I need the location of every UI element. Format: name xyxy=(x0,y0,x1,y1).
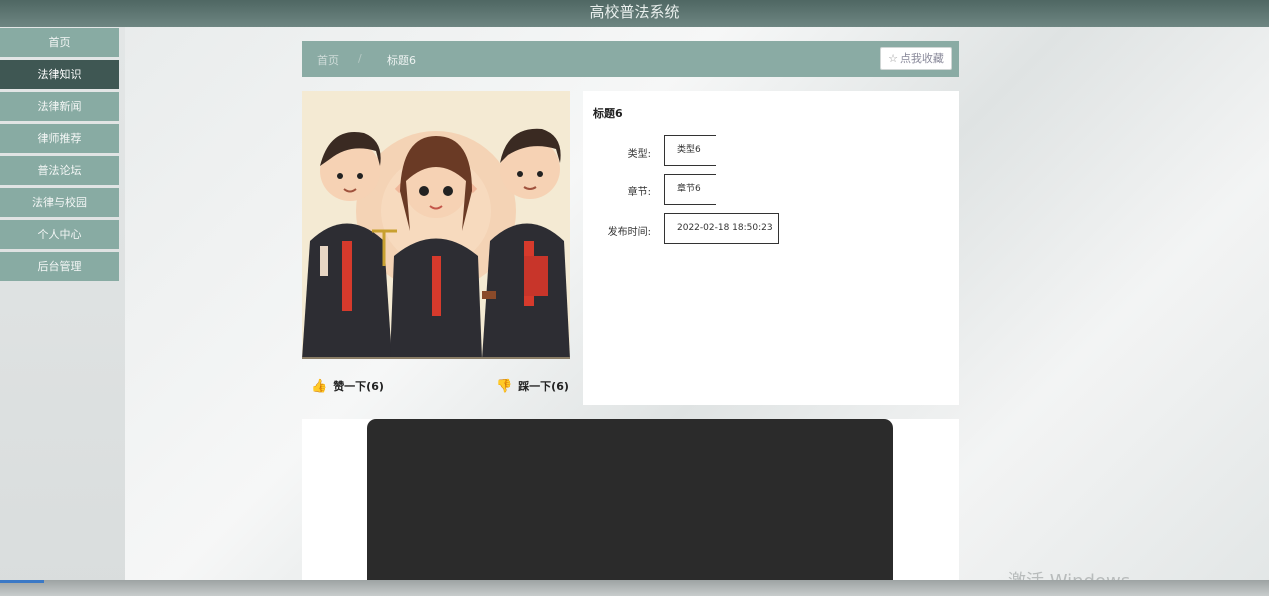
sidebar-item-forum[interactable]: 普法论坛 xyxy=(0,156,119,185)
detail-panel: 标题6 类型: 类型6 章节: 章节6 发布时间: 2022-02-18 18:… xyxy=(583,91,959,405)
sidebar-item-personal-center[interactable]: 个人中心 xyxy=(0,220,119,249)
breadcrumb: 首页 / 标题6 ☆ 点我收藏 xyxy=(302,41,959,77)
lawyers-illustration xyxy=(302,91,570,357)
breadcrumb-home[interactable]: 首页 xyxy=(317,52,339,68)
field-label-chapter: 章节: xyxy=(627,187,651,198)
sidebar-item-admin[interactable]: 后台管理 xyxy=(0,252,119,281)
field-label-type: 类型: xyxy=(627,149,651,160)
breadcrumb-separator: / xyxy=(358,52,362,65)
vote-row: 👍 赞一下(6) 👎 踩一下(6) xyxy=(302,378,570,400)
taskbar-accent xyxy=(0,580,44,583)
breadcrumb-current: 标题6 xyxy=(387,54,416,67)
field-label-publish-time: 发布时间: xyxy=(607,227,651,238)
field-value-chapter: 章节6 xyxy=(664,174,716,205)
video-player[interactable] xyxy=(367,419,893,596)
taskbar xyxy=(0,580,1269,596)
field-value-publish-time: 2022-02-18 18:50:23 xyxy=(664,213,779,244)
sidebar: 首页 法律知识 法律新闻 律师推荐 普法论坛 法律与校园 个人中心 后台管理 xyxy=(0,28,119,284)
like-button[interactable]: 👍 赞一下(6) xyxy=(311,378,384,394)
app-title: 高校普法系统 xyxy=(589,3,680,21)
sidebar-item-legal-knowledge[interactable]: 法律知识 xyxy=(0,60,119,89)
star-icon: ☆ xyxy=(888,52,898,65)
video-section xyxy=(302,419,959,596)
dislike-label: 踩一下(6) xyxy=(518,380,569,393)
sidebar-item-law-campus[interactable]: 法律与校园 xyxy=(0,188,119,217)
favorite-button[interactable]: ☆ 点我收藏 xyxy=(880,47,952,70)
detail-title: 标题6 xyxy=(593,107,623,120)
dislike-button[interactable]: 👎 踩一下(6) xyxy=(496,378,569,394)
like-label: 赞一下(6) xyxy=(333,380,384,393)
sidebar-item-home[interactable]: 首页 xyxy=(0,28,119,57)
app-header: 高校普法系统 xyxy=(0,0,1269,27)
thumbs-down-icon: 👎 xyxy=(496,378,513,394)
sidebar-item-lawyer-recommend[interactable]: 律师推荐 xyxy=(0,124,119,153)
field-value-type: 类型6 xyxy=(664,135,716,166)
favorite-label: 点我收藏 xyxy=(899,52,944,65)
thumbs-up-icon: 👍 xyxy=(311,378,328,394)
sidebar-item-legal-news[interactable]: 法律新闻 xyxy=(0,92,119,121)
cover-image xyxy=(302,91,570,359)
